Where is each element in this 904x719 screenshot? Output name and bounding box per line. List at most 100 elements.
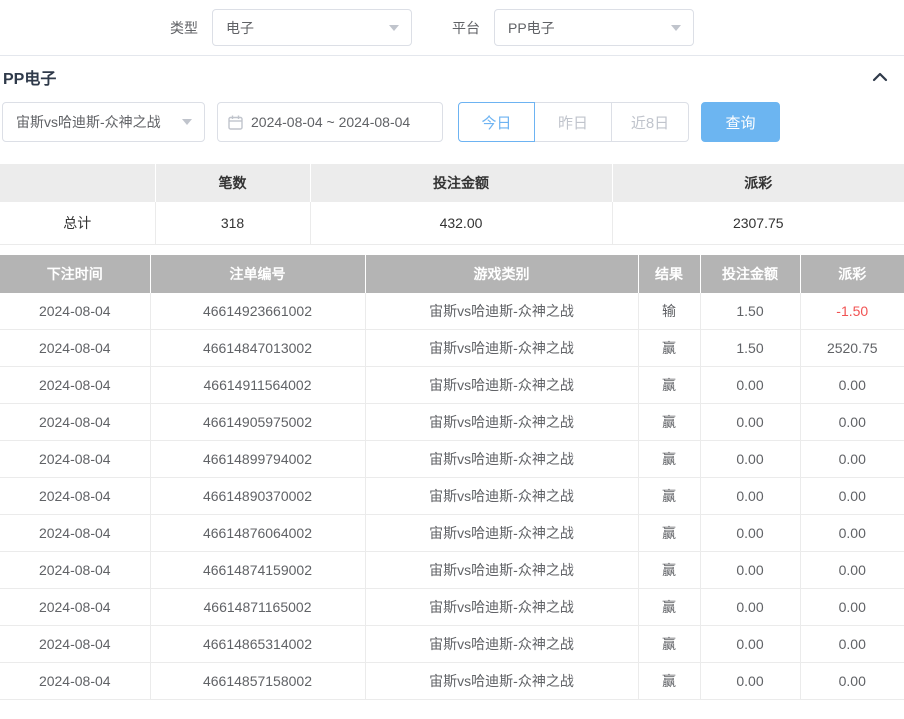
bet-table-cell: 2024-08-04 xyxy=(0,367,150,404)
bet-table-cell: 2024-08-04 xyxy=(0,626,150,663)
game-select[interactable]: 宙斯vs哈迪斯-众神之战 xyxy=(2,102,205,142)
last8days-button[interactable]: 近8日 xyxy=(611,102,689,142)
summary-table: 笔数 投注金额 派彩 总计 318 432.00 2307.75 xyxy=(0,164,904,245)
bet-table-cell: 46614876064002 xyxy=(150,515,365,552)
bet-table-cell: 宙斯vs哈迪斯-众神之战 xyxy=(365,404,638,441)
platform-label: 平台 xyxy=(452,18,480,38)
col-bet-time: 下注时间 xyxy=(0,255,150,293)
bet-table-cell: 46614890370002 xyxy=(150,478,365,515)
bet-table-cell: 2024-08-04 xyxy=(0,552,150,589)
bet-table-cell: 0.00 xyxy=(800,515,904,552)
type-select-value: 电子 xyxy=(226,18,254,38)
bet-table-cell: 0.00 xyxy=(700,441,800,478)
bet-table-cell: 宙斯vs哈迪斯-众神之战 xyxy=(365,552,638,589)
summary-header-row: 笔数 投注金额 派彩 xyxy=(0,164,904,202)
bet-table-cell: 46614923661002 xyxy=(150,293,365,330)
bet-table-cell: 赢 xyxy=(638,663,700,700)
summary-total-count: 318 xyxy=(155,202,310,244)
section-title: PP电子 xyxy=(3,65,56,89)
yesterday-button[interactable]: 昨日 xyxy=(534,102,612,142)
bet-records-table: 下注时间 注单编号 游戏类别 结果 投注金额 派彩 2024-08-044661… xyxy=(0,255,904,701)
bet-table-cell: 0.00 xyxy=(700,478,800,515)
date-range-input[interactable]: 2024-08-04 ~ 2024-08-04 xyxy=(217,102,443,142)
summary-total-label: 总计 xyxy=(0,202,155,244)
col-game-category: 游戏类别 xyxy=(365,255,638,293)
caret-down-icon xyxy=(671,25,681,31)
bet-table-cell: 2024-08-04 xyxy=(0,441,150,478)
bet-table-cell: 0.00 xyxy=(700,589,800,626)
col-bet-id: 注单编号 xyxy=(150,255,365,293)
bet-table-row: 2024-08-0446614899794002宙斯vs哈迪斯-众神之战赢0.0… xyxy=(0,441,904,478)
bet-table-cell: 0.00 xyxy=(700,626,800,663)
bet-table-cell: 赢 xyxy=(638,478,700,515)
bet-table-cell: 宙斯vs哈迪斯-众神之战 xyxy=(365,478,638,515)
bet-table-cell: 宙斯vs哈迪斯-众神之战 xyxy=(365,515,638,552)
summary-total-row: 总计 318 432.00 2307.75 xyxy=(0,202,904,244)
bet-table-cell: 宙斯vs哈迪斯-众神之战 xyxy=(365,330,638,367)
col-bet-amount: 投注金额 xyxy=(700,255,800,293)
col-result: 结果 xyxy=(638,255,700,293)
bet-table-cell: 2520.75 xyxy=(800,330,904,367)
bet-table-cell: 46614899794002 xyxy=(150,441,365,478)
bet-table-cell: -1.50 xyxy=(800,293,904,330)
bet-table-cell: 宙斯vs哈迪斯-众神之战 xyxy=(365,441,638,478)
bet-table-cell: 46614874159002 xyxy=(150,552,365,589)
summary-col-payout: 派彩 xyxy=(612,164,904,202)
date-range-value: 2024-08-04 ~ 2024-08-04 xyxy=(251,114,410,130)
bet-table-cell: 0.00 xyxy=(800,552,904,589)
bet-table-cell: 46614911564002 xyxy=(150,367,365,404)
search-button[interactable]: 查询 xyxy=(701,102,780,142)
platform-select[interactable]: PP电子 xyxy=(494,9,694,46)
bet-table-row: 2024-08-0446614876064002宙斯vs哈迪斯-众神之战赢0.0… xyxy=(0,515,904,552)
bet-table-header-row: 下注时间 注单编号 游戏类别 结果 投注金额 派彩 xyxy=(0,255,904,293)
today-button[interactable]: 今日 xyxy=(458,102,535,142)
chevron-up-icon xyxy=(872,71,888,83)
bet-table-cell: 宙斯vs哈迪斯-众神之战 xyxy=(365,626,638,663)
bet-table-cell: 0.00 xyxy=(700,663,800,700)
bet-table-cell: 赢 xyxy=(638,515,700,552)
bet-table-row: 2024-08-0446614871165002宙斯vs哈迪斯-众神之战赢0.0… xyxy=(0,589,904,626)
bet-table-cell: 2024-08-04 xyxy=(0,589,150,626)
bet-table-cell: 0.00 xyxy=(800,404,904,441)
collapse-button[interactable] xyxy=(872,71,888,83)
bet-table-cell: 赢 xyxy=(638,626,700,663)
bet-table-cell: 赢 xyxy=(638,552,700,589)
bet-table-cell: 46614905975002 xyxy=(150,404,365,441)
bet-table-cell: 0.00 xyxy=(800,626,904,663)
platform-select-value: PP电子 xyxy=(508,18,555,38)
summary-col-blank xyxy=(0,164,155,202)
bet-table-cell: 赢 xyxy=(638,441,700,478)
bet-table-cell: 2024-08-04 xyxy=(0,404,150,441)
bet-table-row: 2024-08-0446614923661002宙斯vs哈迪斯-众神之战输1.5… xyxy=(0,293,904,330)
bet-table-cell: 2024-08-04 xyxy=(0,663,150,700)
bet-table-cell: 赢 xyxy=(638,367,700,404)
bet-table-cell: 1.50 xyxy=(700,293,800,330)
calendar-icon xyxy=(228,115,243,130)
bet-table-cell: 输 xyxy=(638,293,700,330)
caret-down-icon xyxy=(389,25,399,31)
summary-total-bet-amount: 432.00 xyxy=(310,202,612,244)
bet-table-cell: 0.00 xyxy=(700,515,800,552)
platform-section: PP电子 宙斯vs哈迪斯-众神之战 2024-08-04 ~ 2024-08-0… xyxy=(0,55,904,700)
bet-table-cell: 0.00 xyxy=(800,478,904,515)
bet-table-cell: 宙斯vs哈迪斯-众神之战 xyxy=(365,293,638,330)
top-filter-bar: 类型 电子 平台 PP电子 xyxy=(0,0,904,55)
bet-table-row: 2024-08-0446614865314002宙斯vs哈迪斯-众神之战赢0.0… xyxy=(0,626,904,663)
bet-table-cell: 宙斯vs哈迪斯-众神之战 xyxy=(365,589,638,626)
caret-down-icon xyxy=(182,119,192,125)
type-select[interactable]: 电子 xyxy=(212,9,412,46)
bet-table-cell: 0.00 xyxy=(700,552,800,589)
col-payout: 派彩 xyxy=(800,255,904,293)
summary-col-bet-amount: 投注金额 xyxy=(310,164,612,202)
summary-total-payout: 2307.75 xyxy=(612,202,904,244)
bet-table-cell: 赢 xyxy=(638,589,700,626)
bet-table-row: 2024-08-0446614847013002宙斯vs哈迪斯-众神之战赢1.5… xyxy=(0,330,904,367)
bet-table-cell: 2024-08-04 xyxy=(0,330,150,367)
bet-table-cell: 46614847013002 xyxy=(150,330,365,367)
bet-table-cell: 2024-08-04 xyxy=(0,515,150,552)
bet-table-cell: 46614865314002 xyxy=(150,626,365,663)
bet-table-row: 2024-08-0446614905975002宙斯vs哈迪斯-众神之战赢0.0… xyxy=(0,404,904,441)
bet-table-cell: 0.00 xyxy=(800,367,904,404)
game-select-value: 宙斯vs哈迪斯-众神之战 xyxy=(16,112,161,132)
bet-table-cell: 2024-08-04 xyxy=(0,478,150,515)
